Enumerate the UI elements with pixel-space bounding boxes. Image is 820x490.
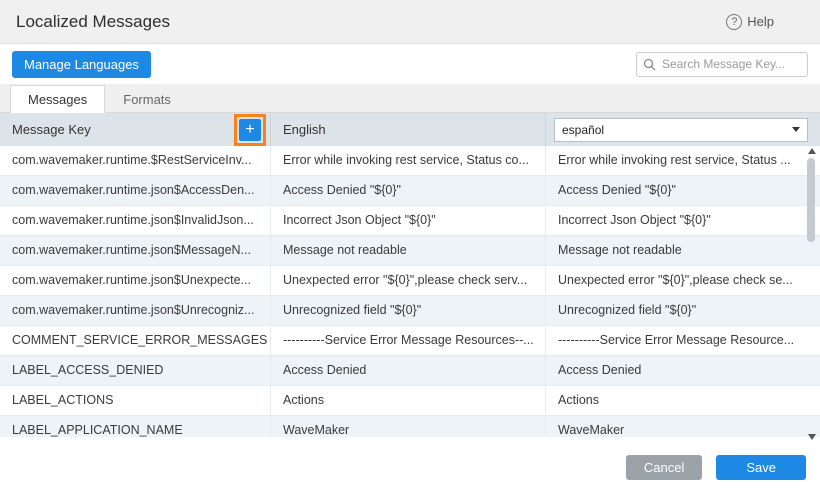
cell-translation[interactable]: Unrecognized field "${0}"	[545, 296, 820, 325]
table-row[interactable]: COMMENT_SERVICE_ERROR_MESSAGES ---------…	[0, 326, 820, 356]
cell-translation[interactable]: Unexpected error "${0}",please check se.…	[545, 266, 820, 295]
column-english: English	[270, 113, 545, 146]
search-input[interactable]	[636, 52, 808, 77]
cell-message-key[interactable]: LABEL_ACCESS_DENIED	[0, 356, 270, 385]
table-row[interactable]: com.wavemaker.runtime.json$Unexpecte... …	[0, 266, 820, 296]
cell-english[interactable]: Access Denied	[270, 356, 545, 385]
dialog-footer: Cancel Save	[0, 444, 820, 490]
language-select[interactable]: español	[554, 118, 808, 142]
cell-message-key[interactable]: com.wavemaker.runtime.json$MessageN...	[0, 236, 270, 265]
add-message-highlight: +	[234, 114, 266, 146]
cell-translation[interactable]: Actions	[545, 386, 820, 415]
tab-messages[interactable]: Messages	[10, 85, 105, 113]
cell-message-key[interactable]: com.wavemaker.runtime.json$InvalidJson..…	[0, 206, 270, 235]
column-message-key: Message Key +	[0, 113, 270, 146]
cell-translation[interactable]: Access Denied "${0}"	[545, 176, 820, 205]
cell-message-key[interactable]: com.wavemaker.runtime.json$Unrecogniz...	[0, 296, 270, 325]
table-row[interactable]: com.wavemaker.runtime.json$Unrecogniz...…	[0, 296, 820, 326]
table-row[interactable]: com.wavemaker.runtime.json$InvalidJson..…	[0, 206, 820, 236]
cell-message-key[interactable]: com.wavemaker.runtime.$RestServiceInv...	[0, 146, 270, 175]
manage-languages-button[interactable]: Manage Languages	[12, 51, 151, 78]
cell-message-key[interactable]: com.wavemaker.runtime.json$Unexpecte...	[0, 266, 270, 295]
cell-message-key[interactable]: COMMENT_SERVICE_ERROR_MESSAGES	[0, 326, 270, 355]
cell-english[interactable]: ----------Service Error Message Resource…	[270, 326, 545, 355]
search-icon	[643, 58, 656, 71]
cell-translation[interactable]: Incorrect Json Object "${0}"	[545, 206, 820, 235]
save-button[interactable]: Save	[716, 455, 806, 480]
page-title: Localized Messages	[16, 12, 170, 32]
cell-translation[interactable]: ----------Service Error Message Resource…	[545, 326, 820, 355]
table-row[interactable]: LABEL_ACCESS_DENIED Access Denied Access…	[0, 356, 820, 386]
cell-message-key[interactable]: com.wavemaker.runtime.json$AccessDen...	[0, 176, 270, 205]
vertical-scrollbar[interactable]	[806, 146, 818, 442]
cell-translation[interactable]: Access Denied	[545, 356, 820, 385]
table-row[interactable]: com.wavemaker.runtime.json$AccessDen... …	[0, 176, 820, 206]
table-row[interactable]: com.wavemaker.runtime.$RestServiceInv...…	[0, 146, 820, 176]
table-row[interactable]: LABEL_APPLICATION_NAME WaveMaker WaveMak…	[0, 416, 820, 437]
cell-english[interactable]: Incorrect Json Object "${0}"	[270, 206, 545, 235]
table-row[interactable]: LABEL_ACTIONS Actions Actions	[0, 386, 820, 416]
cell-english[interactable]: Access Denied "${0}"	[270, 176, 545, 205]
cell-english[interactable]: Error while invoking rest service, Statu…	[270, 146, 545, 175]
language-select-value: español	[562, 123, 604, 137]
cell-english[interactable]: Unexpected error "${0}",please check ser…	[270, 266, 545, 295]
table-header: Message Key + English español	[0, 113, 820, 146]
cell-english[interactable]: WaveMaker	[270, 416, 545, 437]
table-row[interactable]: com.wavemaker.runtime.json$MessageN... M…	[0, 236, 820, 266]
dialog-header: Localized Messages ? Help	[0, 0, 820, 44]
chevron-down-icon	[792, 127, 800, 132]
add-message-button[interactable]: +	[239, 119, 261, 141]
cell-message-key[interactable]: LABEL_ACTIONS	[0, 386, 270, 415]
tab-formats[interactable]: Formats	[105, 85, 189, 113]
toolbar: Manage Languages	[0, 44, 820, 84]
column-english-label: English	[283, 122, 326, 137]
cell-message-key[interactable]: LABEL_APPLICATION_NAME	[0, 416, 270, 437]
scroll-up-icon[interactable]	[808, 148, 816, 154]
localized-messages-dialog: Localized Messages ? Help Manage Languag…	[0, 0, 820, 490]
cell-translation[interactable]: Message not readable	[545, 236, 820, 265]
cell-english[interactable]: Unrecognized field "${0}"	[270, 296, 545, 325]
cell-english[interactable]: Actions	[270, 386, 545, 415]
table-body: com.wavemaker.runtime.$RestServiceInv...…	[0, 146, 820, 437]
cell-english[interactable]: Message not readable	[270, 236, 545, 265]
help-label: Help	[747, 14, 774, 29]
tab-bar: Messages Formats	[0, 84, 820, 113]
scrollbar-thumb[interactable]	[807, 158, 815, 242]
cancel-button[interactable]: Cancel	[626, 455, 702, 480]
cell-translation[interactable]: WaveMaker	[545, 416, 820, 437]
column-message-key-label: Message Key	[12, 122, 91, 137]
help-icon: ?	[726, 14, 742, 30]
search-box	[636, 52, 808, 77]
column-language: español	[545, 113, 820, 146]
cell-translation[interactable]: Error while invoking rest service, Statu…	[545, 146, 820, 175]
scroll-down-icon[interactable]	[808, 434, 816, 440]
help-link[interactable]: ? Help	[726, 14, 774, 30]
